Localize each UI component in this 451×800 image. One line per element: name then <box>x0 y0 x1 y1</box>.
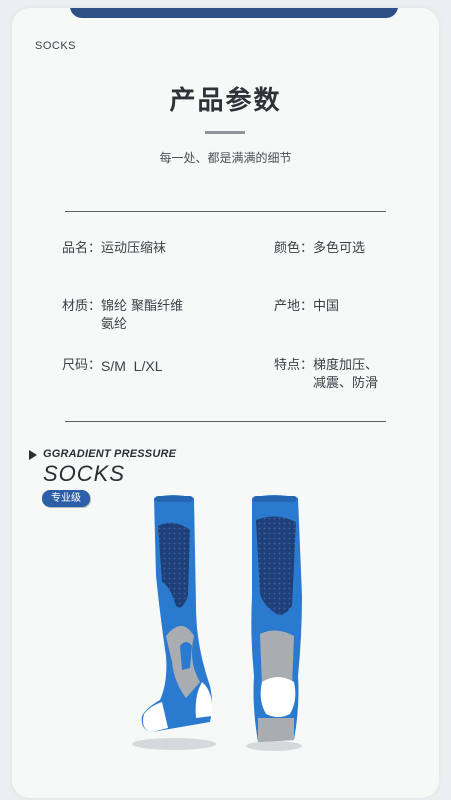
spec-size: 尺码：S/M L/XL <box>62 357 162 375</box>
spec-name-label: 品名： <box>62 241 102 256</box>
spec-material-label: 材质： <box>62 299 102 314</box>
socks-heading: SOCKS <box>43 461 126 486</box>
brand-label: SOCKS <box>35 40 77 52</box>
compression-socks-image <box>132 495 302 751</box>
spec-features-label: 特点： <box>274 358 314 373</box>
professional-badge: 专业级 <box>42 490 90 507</box>
spec-name: 品名：运动压缩袜 <box>62 240 166 258</box>
divider-top <box>65 211 386 212</box>
spec-material-line1: 锦纶 聚酯纤维 <box>101 299 184 314</box>
spec-card: SOCKS 产品参数 每一处、都是满满的细节 品名：运动压缩袜 颜色：多色可选 … <box>12 8 439 798</box>
spec-features-line1: 梯度加压、 <box>313 358 379 373</box>
page-title: 产品参数 <box>169 86 282 116</box>
gradient-pressure-text: GGRADIENT PRESSURE <box>43 448 177 460</box>
spec-material-value: 锦纶 聚酯纤维 氨纶 <box>101 298 183 334</box>
spec-color: 颜色：多色可选 <box>274 240 365 258</box>
spec-material: 材质：锦纶 聚酯纤维 氨纶 <box>62 298 183 334</box>
left-sock <box>141 495 213 732</box>
divider-bottom <box>65 421 386 422</box>
spec-origin: 产地：中国 <box>274 298 339 316</box>
title-underline <box>205 131 245 134</box>
top-arc-decoration <box>70 8 398 18</box>
spec-features: 特点：梯度加压、减震、防滑 <box>274 357 378 393</box>
right-sock <box>251 495 302 742</box>
spec-material-line2: 氨纶 <box>101 317 128 332</box>
spec-features-line2: 减震、防滑 <box>313 376 379 391</box>
spec-size-label: 尺码： <box>62 358 102 373</box>
spec-color-value: 多色可选 <box>313 241 366 256</box>
spec-size-value: S/M L/XL <box>101 358 163 374</box>
spec-name-value: 运动压缩袜 <box>101 241 167 256</box>
play-icon <box>29 450 37 460</box>
spec-origin-label: 产地： <box>274 299 314 314</box>
spec-color-label: 颜色： <box>274 241 314 256</box>
spec-origin-value: 中国 <box>313 299 340 314</box>
page-subtitle: 每一处、都是满满的细节 <box>159 151 292 165</box>
spec-features-value: 梯度加压、减震、防滑 <box>313 357 378 393</box>
